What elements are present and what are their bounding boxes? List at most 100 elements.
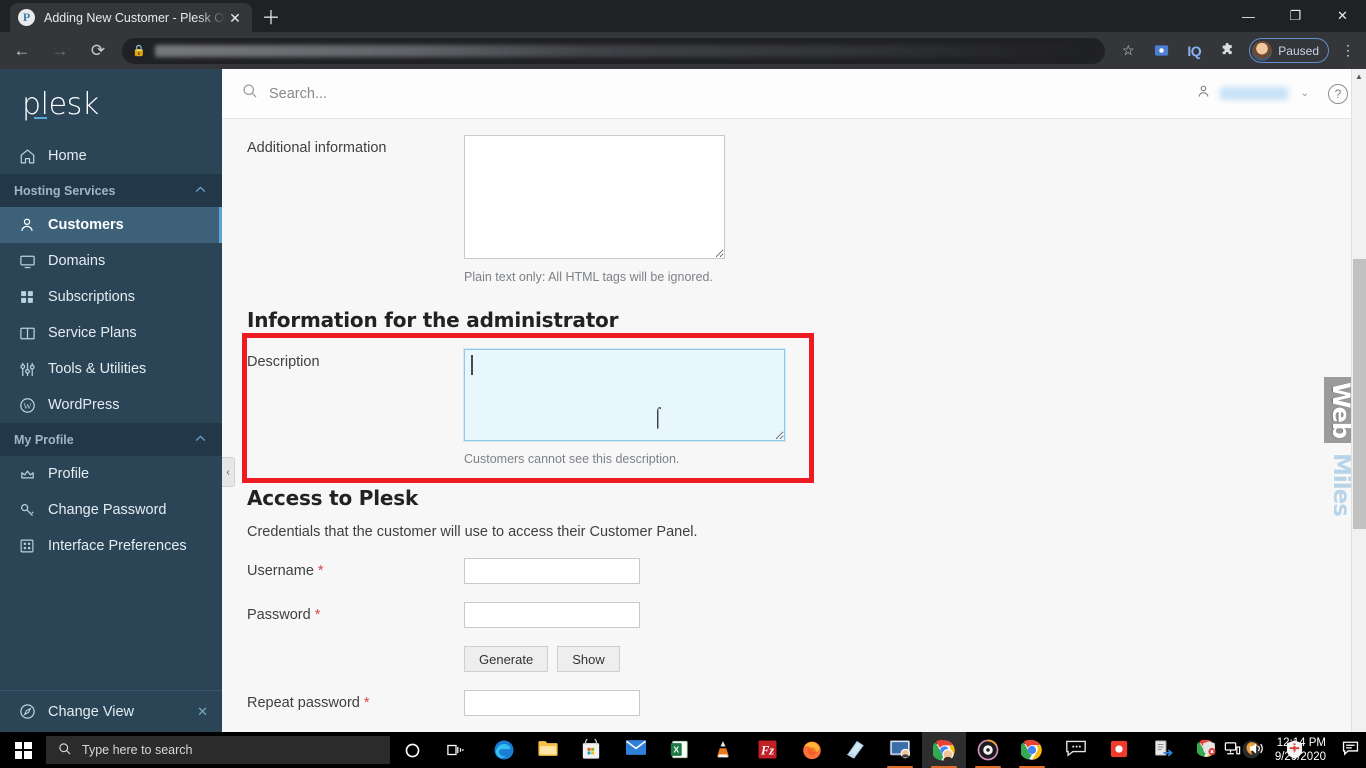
taskbar-app-edge[interactable] — [482, 732, 526, 768]
taskbar-app-firefox[interactable] — [790, 732, 834, 768]
sidebar-item-service-plans[interactable]: Service Plans — [0, 315, 222, 351]
password-buttons: Generate Show — [464, 646, 640, 672]
extensions-icon[interactable] — [1212, 36, 1242, 66]
taskbar-app-sticky-notes[interactable] — [834, 732, 878, 768]
sidebar-item-home[interactable]: Home — [0, 138, 222, 174]
search-icon — [242, 83, 258, 104]
repeat-password-input[interactable] — [464, 690, 640, 716]
text-caret — [471, 355, 473, 375]
sidebar-item-label: Service Plans — [48, 325, 137, 341]
browser-profile-button[interactable]: Paused — [1249, 38, 1329, 63]
sidebar-collapse-handle[interactable]: ‹ — [222, 457, 235, 487]
reload-icon[interactable]: ⟳ — [82, 35, 114, 67]
task-view-icon[interactable] — [434, 732, 478, 768]
recorder-icon — [1109, 739, 1131, 761]
change-view-button[interactable]: Change View ✕ — [0, 690, 222, 732]
sidebar-item-subscriptions[interactable]: Subscriptions — [0, 279, 222, 315]
field-hint: Plain text only: All HTML tags will be i… — [464, 270, 713, 284]
taskbar-app-chrome[interactable] — [1010, 732, 1054, 768]
start-button[interactable] — [0, 732, 46, 768]
network-icon[interactable] — [1221, 741, 1245, 759]
vlc-icon — [713, 739, 735, 761]
search-area — [242, 83, 1196, 104]
system-tray: 12:14 PM 9/29/2020 — [1197, 732, 1366, 768]
taskbar-app-microsoft-store[interactable] — [570, 732, 614, 768]
taskbar-app-teamviewer[interactable] — [878, 732, 922, 768]
star-icon[interactable]: ☆ — [1113, 36, 1143, 66]
field-label-text: Password — [247, 607, 311, 623]
sidebar-item-customers[interactable]: Customers — [0, 207, 222, 243]
minimize-button[interactable]: — — [1225, 0, 1272, 32]
chevron-down-icon[interactable]: ⌄ — [1301, 88, 1309, 99]
taskbar-clock[interactable]: 12:14 PM 9/29/2020 — [1269, 736, 1336, 764]
sidebar-item-label: Interface Preferences — [48, 538, 187, 554]
browser-menu-icon[interactable]: ⋮ — [1333, 36, 1363, 66]
scroll-up-arrow-icon[interactable]: ▲ — [1352, 69, 1366, 84]
taskbar-apps: X Fz — [482, 732, 1318, 768]
additional-information-textarea[interactable] — [464, 135, 725, 259]
clock-time: 12:14 PM — [1276, 737, 1326, 749]
section-title-administrator: Information for the administrator — [247, 308, 619, 332]
search-input[interactable] — [269, 85, 609, 102]
shield-alert-icon[interactable] — [1197, 740, 1221, 760]
windows-logo-icon — [14, 741, 32, 759]
taskbar-app-recorder[interactable] — [1098, 732, 1142, 768]
taskbar: Type here to search X Fz 12:14 PM 9/29/2… — [0, 732, 1366, 768]
page-scrollbar[interactable]: ▲ — [1351, 69, 1366, 732]
forward-arrow-icon[interactable]: → — [44, 35, 76, 67]
sidebar-item-profile[interactable]: Profile — [0, 456, 222, 492]
taskbar-app-vlc[interactable] — [702, 732, 746, 768]
show-button[interactable]: Show — [557, 646, 620, 672]
sidebar-group-my-profile[interactable]: My Profile — [0, 423, 222, 456]
taskbar-app-groove-music[interactable] — [966, 732, 1010, 768]
sidebar-group-label: Hosting Services — [14, 183, 116, 198]
taskbar-app-filezilla[interactable]: Fz — [746, 732, 790, 768]
cortana-icon[interactable] — [390, 732, 434, 768]
taskbar-app-mail[interactable] — [614, 732, 658, 768]
taskbar-app-chat[interactable] — [1054, 732, 1098, 768]
username-redacted — [1219, 87, 1288, 100]
close-icon[interactable]: ✕ — [197, 704, 208, 720]
new-tab-button[interactable]: ＋ — [258, 6, 284, 32]
maximize-button[interactable]: ❐ — [1272, 0, 1319, 32]
field-label: Password * — [247, 602, 464, 623]
generate-button[interactable]: Generate — [464, 646, 549, 672]
field-control — [464, 558, 640, 584]
sidebar-group-hosting-services[interactable]: Hosting Services — [0, 174, 222, 207]
microsoft-store-icon — [581, 736, 603, 761]
address-bar[interactable]: 🔒 — [122, 37, 1106, 64]
file-explorer-icon — [537, 739, 559, 761]
sidebar-item-domains[interactable]: Domains — [0, 243, 222, 279]
sidebar-item-label: Home — [48, 148, 87, 164]
taskbar-app-file-explorer[interactable] — [526, 732, 570, 768]
scrollbar-thumb[interactable] — [1353, 259, 1366, 529]
window-close-button[interactable]: ✕ — [1319, 0, 1366, 32]
username-input[interactable] — [464, 558, 640, 584]
taskbar-app-excel[interactable]: X — [658, 732, 702, 768]
sidebar-item-tools-utilities[interactable]: Tools & Utilities — [0, 351, 222, 387]
cast-icon[interactable] — [1146, 36, 1176, 66]
tab-title: Adding New Customer - Plesk Ob — [44, 10, 226, 25]
volume-icon[interactable] — [1245, 741, 1269, 759]
taskbar-app-transfer[interactable] — [1142, 732, 1186, 768]
close-icon[interactable]: ✕ — [226, 9, 244, 27]
taskbar-search-box[interactable]: Type here to search — [46, 736, 390, 764]
plesk-logo[interactable]: plesk — [0, 69, 222, 138]
password-input[interactable] — [464, 602, 640, 628]
home-icon — [16, 148, 38, 165]
required-marker: * — [363, 695, 370, 711]
taskbar-app-chrome-profile[interactable] — [922, 732, 966, 768]
transfer-icon — [1153, 739, 1175, 761]
wordpress-icon: W — [16, 397, 38, 414]
sidebar-item-change-password[interactable]: Change Password — [0, 492, 222, 528]
help-icon[interactable]: ? — [1328, 83, 1348, 104]
address-bar-url-redacted — [154, 44, 1096, 57]
key-icon — [16, 502, 38, 519]
notification-icon[interactable] — [1336, 740, 1364, 760]
description-textarea[interactable] — [464, 349, 785, 441]
sidebar-item-interface-preferences[interactable]: Interface Preferences — [0, 528, 222, 564]
sidebar-item-wordpress[interactable]: W WordPress — [0, 387, 222, 423]
back-arrow-icon[interactable]: ← — [6, 35, 38, 67]
iq-extension-icon[interactable]: IQ — [1179, 36, 1209, 66]
browser-tab[interactable]: P Adding New Customer - Plesk Ob ✕ — [10, 3, 252, 32]
